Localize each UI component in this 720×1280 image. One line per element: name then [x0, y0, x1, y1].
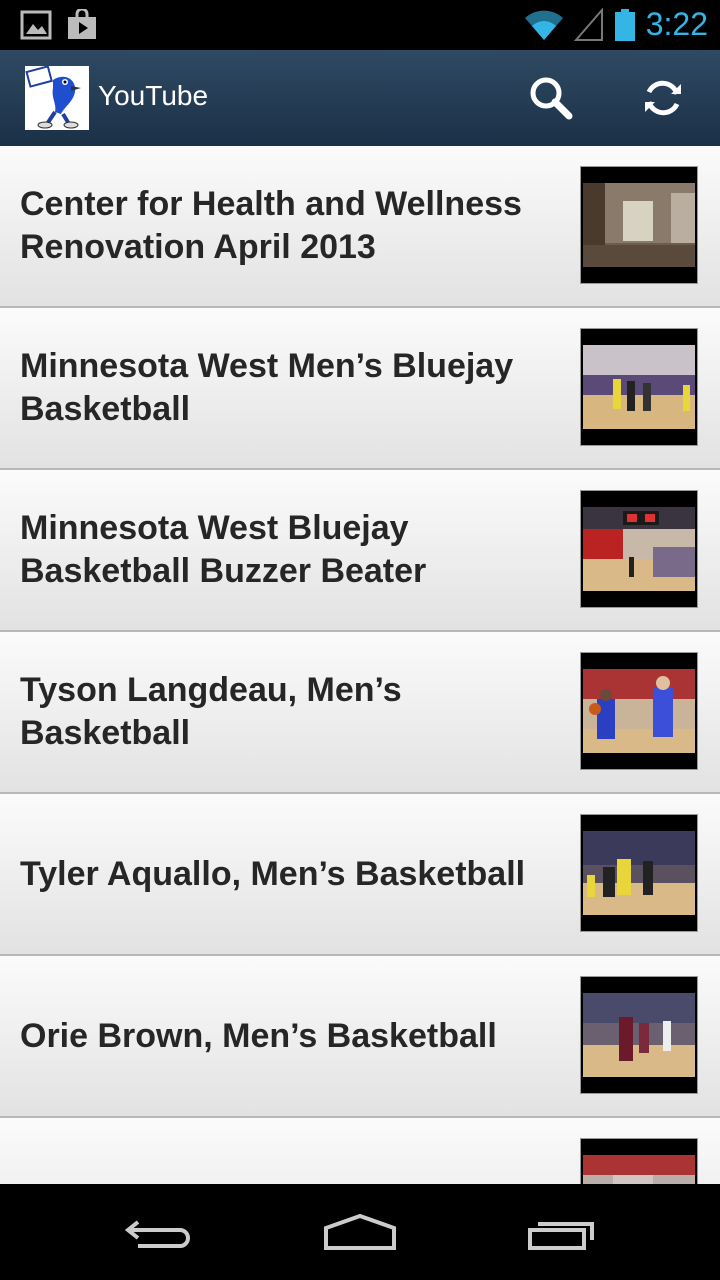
search-icon: [530, 77, 573, 120]
video-thumbnail: [580, 976, 698, 1094]
video-list-item[interactable]: Minnesota West Bluejay Basketball Buzzer…: [0, 470, 720, 632]
video-thumbnail: [580, 1138, 698, 1184]
clock: 3:22: [645, 6, 708, 42]
battery-icon: [614, 8, 635, 41]
wifi-icon: [524, 10, 563, 40]
video-title: Center for Health and Wellness Renovatio…: [20, 185, 522, 266]
navigation-bar: [0, 1184, 720, 1280]
status-bar: 3:22: [0, 0, 720, 50]
video-title: Tyler Aquallo, Men’s Basketball: [20, 854, 526, 893]
video-list-item[interactable]: Orie Brown, Men’s Basketball: [0, 956, 720, 1118]
video-list-item[interactable]: Tyler Aquallo, Men’s Basketball: [0, 794, 720, 956]
app-title: YouTube: [98, 80, 209, 111]
signal-icon: [573, 7, 603, 41]
home-icon: [324, 1213, 396, 1250]
video-list-item[interactable]: [0, 1118, 720, 1184]
player-warmup-image: [583, 669, 695, 753]
video-thumbnail: [580, 490, 698, 608]
play-store-notification-icon: [68, 9, 96, 39]
action-bar: YouTube: [0, 50, 720, 146]
video-list-item[interactable]: Center for Health and Wellness Renovatio…: [0, 146, 720, 308]
video-thumbnail: [580, 166, 698, 284]
video-title: Orie Brown, Men’s Basketball: [20, 1016, 497, 1055]
video-list-item[interactable]: Tyson Langdeau, Men’s Basketball: [0, 632, 720, 794]
video-thumbnail: [580, 328, 698, 446]
renovation-room-image: [583, 183, 695, 267]
refresh-icon: [645, 80, 681, 116]
video-title: Minnesota West Bluejay Basketball Buzzer…: [20, 509, 427, 590]
video-list[interactable]: Center for Health and Wellness Renovatio…: [0, 146, 720, 1184]
home-button[interactable]: [320, 1208, 400, 1256]
refresh-button[interactable]: [639, 74, 687, 122]
video-title: [20, 1118, 550, 1184]
app-logo[interactable]: [25, 66, 89, 130]
gym-image: [583, 1155, 695, 1184]
bluejay-mascot-logo: [25, 66, 89, 130]
video-thumbnail: [580, 652, 698, 770]
search-button[interactable]: [527, 74, 575, 122]
back-button[interactable]: [120, 1208, 200, 1256]
game-action-image: [583, 831, 695, 915]
video-title: Tyson Langdeau, Men’s Basketball: [20, 671, 402, 752]
video-title: Minnesota West Men’s Bluejay Basketball: [20, 347, 514, 428]
recent-apps-button[interactable]: [524, 1208, 604, 1256]
gym-scoreboard-image: [583, 507, 695, 591]
video-thumbnail: [580, 814, 698, 932]
basketball-game-image: [583, 345, 695, 429]
video-list-item[interactable]: Minnesota West Men’s Bluejay Basketball: [0, 308, 720, 470]
gallery-notification-icon: [20, 10, 52, 40]
players-court-image: [583, 993, 695, 1077]
recent-apps-icon: [528, 1222, 594, 1250]
back-arrow-icon: [124, 1220, 190, 1248]
